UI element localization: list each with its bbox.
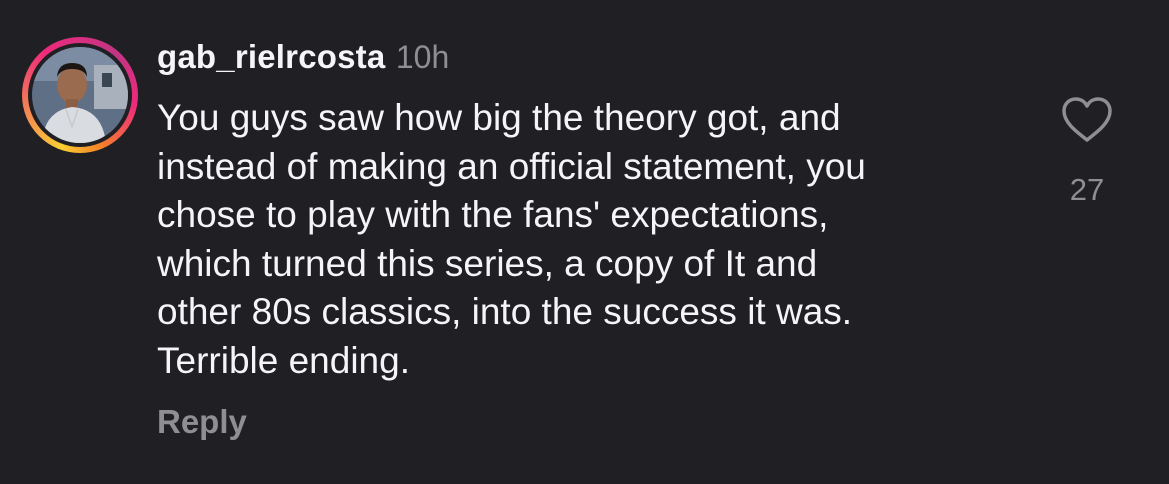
comment-line: Terrible ending. bbox=[157, 339, 410, 381]
heart-outline-icon[interactable] bbox=[1060, 96, 1114, 144]
avatar[interactable] bbox=[32, 47, 128, 143]
comment-item: gab_rielrcosta 10h You guys saw how big … bbox=[0, 0, 1169, 484]
comment-line: instead of making an official statement,… bbox=[157, 145, 866, 187]
comment-line: which turned this series, a copy of It a… bbox=[157, 242, 818, 284]
comment-line: chose to play with the fans' expectation… bbox=[157, 194, 829, 235]
timestamp: 10h bbox=[395, 39, 450, 75]
username-link[interactable]: gab_rielrcosta bbox=[157, 38, 385, 75]
reply-button[interactable]: Reply bbox=[157, 403, 247, 441]
comment-line: You guys saw how big the theory got, and bbox=[157, 97, 841, 138]
comment-header: gab_rielrcosta 10h bbox=[157, 38, 449, 76]
avatar-story-ring[interactable] bbox=[22, 37, 138, 153]
comment-line: other 80s classics, into the success it … bbox=[157, 291, 853, 332]
avatar-ring-gap bbox=[28, 43, 132, 147]
comment-body: You guys saw how big the theory got, and… bbox=[157, 94, 1037, 385]
like-count: 27 bbox=[1069, 172, 1105, 207]
